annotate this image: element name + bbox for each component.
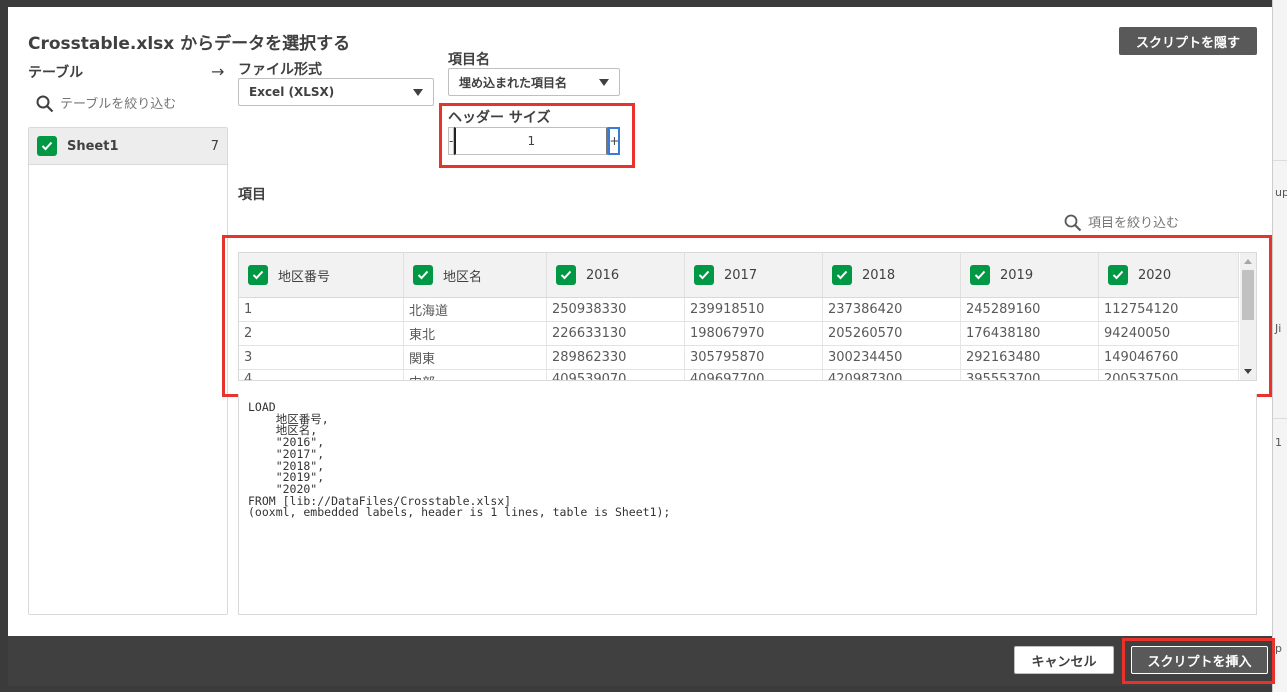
column-header[interactable]: 地区番号 bbox=[239, 253, 404, 297]
table-cell: 245289160 bbox=[961, 298, 1099, 321]
table-field-count: 7 bbox=[210, 138, 219, 154]
checkbox-checked-icon[interactable] bbox=[832, 265, 852, 285]
table-row: 4 中部 409539070 409697700 420987300 39555… bbox=[239, 370, 1239, 380]
scroll-down-icon[interactable] bbox=[1244, 369, 1252, 374]
field-search-input[interactable] bbox=[1088, 215, 1208, 231]
field-names-select[interactable]: 埋め込まれた項目名 bbox=[448, 68, 620, 96]
checkbox-checked-icon[interactable] bbox=[37, 136, 57, 156]
table-cell: 3 bbox=[239, 346, 404, 369]
table-cell: 300234450 bbox=[823, 346, 961, 369]
caret-down-icon bbox=[413, 89, 423, 96]
table-cell: 中部 bbox=[404, 370, 547, 380]
file-format-value: Excel (XLSX) bbox=[249, 85, 335, 99]
column-header[interactable]: 2018 bbox=[823, 253, 961, 297]
table-list-item[interactable]: Sheet1 7 bbox=[29, 128, 227, 165]
table-header-row: 地区番号 地区名 2016 2017 2018 2019 2020 bbox=[239, 253, 1239, 298]
column-header[interactable]: 2016 bbox=[547, 253, 685, 297]
column-header-label: 2017 bbox=[724, 267, 758, 283]
table-cell: 北海道 bbox=[404, 298, 547, 321]
field-names-label: 項目名 bbox=[448, 52, 490, 68]
table-cell: 237386420 bbox=[823, 298, 961, 321]
table-cell: 395553700 bbox=[961, 370, 1099, 380]
table-cell: 198067970 bbox=[685, 322, 823, 345]
cancel-button[interactable]: キャンセル bbox=[1014, 646, 1114, 674]
background-fragment: 1 bbox=[1275, 436, 1282, 449]
search-icon bbox=[1064, 214, 1082, 232]
table-cell: 94240050 bbox=[1099, 322, 1239, 345]
table-cell: 176438180 bbox=[961, 322, 1099, 345]
checkbox-checked-icon[interactable] bbox=[970, 265, 990, 285]
table-cell: 250938330 bbox=[547, 298, 685, 321]
table-search-input[interactable] bbox=[60, 96, 220, 112]
background-fragment: Ji bbox=[1275, 322, 1282, 335]
fields-label: 項目 bbox=[238, 187, 266, 203]
increment-button[interactable]: + bbox=[608, 127, 621, 155]
table-search bbox=[36, 95, 220, 113]
script-preview: LOAD 地区番号, 地区名, "2016", "2017", "2018", … bbox=[238, 394, 1257, 615]
table-cell: 239918510 bbox=[685, 298, 823, 321]
column-header[interactable]: 地区名 bbox=[404, 253, 547, 297]
checkbox-checked-icon[interactable] bbox=[413, 265, 433, 285]
table-row: 2 東北 226633130 198067970 205260570 17643… bbox=[239, 322, 1239, 346]
table-cell: 関東 bbox=[404, 346, 547, 369]
table-cell: 205260570 bbox=[823, 322, 961, 345]
checkbox-checked-icon[interactable] bbox=[1108, 265, 1128, 285]
column-header[interactable]: 2020 bbox=[1099, 253, 1239, 297]
table-cell: 420987300 bbox=[823, 370, 961, 380]
arrow-right-icon: → bbox=[211, 62, 225, 81]
file-format-select[interactable]: Excel (XLSX) bbox=[238, 78, 434, 106]
table-cell: 149046760 bbox=[1099, 346, 1239, 369]
background-app-strip: up Ji 1 p bbox=[1272, 0, 1287, 692]
tables-label: テーブル bbox=[28, 65, 84, 81]
column-header-label: 2020 bbox=[1138, 267, 1172, 283]
header-size-input[interactable] bbox=[454, 127, 609, 155]
insert-script-button[interactable]: スクリプトを挿入 bbox=[1131, 646, 1268, 674]
header-size-stepper: - + bbox=[448, 127, 621, 155]
caret-down-icon bbox=[599, 79, 609, 86]
table-cell: 292163480 bbox=[961, 346, 1099, 369]
column-header-label: 2019 bbox=[1000, 267, 1034, 283]
table-cell: 1 bbox=[239, 298, 404, 321]
column-header-label: 地区名 bbox=[443, 269, 483, 285]
dialog-title: Crosstable.xlsx からデータを選択する bbox=[28, 34, 351, 54]
table-cell: 289862330 bbox=[547, 346, 685, 369]
field-preview-table: 地区番号 地区名 2016 2017 2018 2019 2020 1 北海道 … bbox=[238, 252, 1257, 381]
column-header[interactable]: 2017 bbox=[685, 253, 823, 297]
checkbox-checked-icon[interactable] bbox=[248, 265, 268, 285]
table-cell: 2 bbox=[239, 322, 404, 345]
header-size-label: ヘッダー サイズ bbox=[448, 110, 551, 126]
checkbox-checked-icon[interactable] bbox=[694, 265, 714, 285]
script-text: LOAD 地区番号, 地区名, "2016", "2017", "2018", … bbox=[248, 400, 671, 520]
vertical-scrollbar[interactable] bbox=[1240, 253, 1256, 380]
file-format-label: ファイル形式 bbox=[238, 62, 322, 78]
column-header-label: 地区番号 bbox=[278, 269, 331, 285]
table-name: Sheet1 bbox=[67, 138, 119, 154]
table-cell: 305795870 bbox=[685, 346, 823, 369]
column-header-label: 2016 bbox=[586, 267, 620, 283]
table-cell: 112754120 bbox=[1099, 298, 1239, 321]
hide-script-button[interactable]: スクリプトを隠す bbox=[1119, 27, 1257, 55]
select-data-dialog: Crosstable.xlsx からデータを選択する スクリプトを隠す テーブル… bbox=[8, 7, 1272, 636]
table-cell: 409697700 bbox=[685, 370, 823, 380]
table-row: 3 関東 289862330 305795870 300234450 29216… bbox=[239, 346, 1239, 370]
column-header[interactable]: 2019 bbox=[961, 253, 1099, 297]
table-list: Sheet1 7 bbox=[28, 127, 228, 615]
table-cell: 4 bbox=[239, 370, 404, 380]
scroll-up-icon[interactable] bbox=[1244, 259, 1252, 264]
field-search bbox=[1064, 214, 1208, 232]
divider bbox=[1273, 160, 1287, 161]
column-header-label: 2018 bbox=[862, 267, 896, 283]
search-icon bbox=[36, 95, 54, 113]
table-row: 1 北海道 250938330 239918510 237386420 2452… bbox=[239, 298, 1239, 322]
table-cell: 200537500 bbox=[1099, 370, 1239, 380]
table-cell: 東北 bbox=[404, 322, 547, 345]
background-fragment: p bbox=[1275, 642, 1282, 655]
divider bbox=[1273, 418, 1287, 419]
field-names-value: 埋め込まれた項目名 bbox=[459, 75, 568, 90]
checkbox-checked-icon[interactable] bbox=[556, 265, 576, 285]
table-cell: 226633130 bbox=[547, 322, 685, 345]
background-fragment: up bbox=[1275, 186, 1287, 199]
scrollbar-thumb[interactable] bbox=[1242, 270, 1254, 320]
table-cell: 409539070 bbox=[547, 370, 685, 380]
